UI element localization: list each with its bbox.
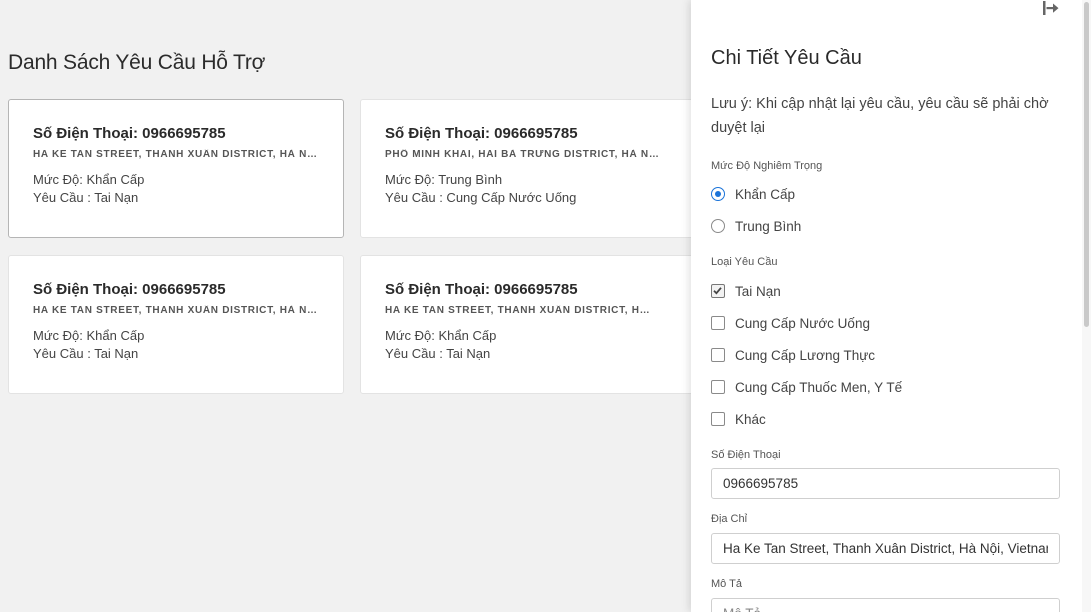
address-field-label: Địa Chỉ bbox=[711, 513, 748, 525]
request-type-water[interactable]: Cung Cấp Nước Uống bbox=[711, 313, 870, 333]
card-address: HA KE TAN STREET, THANH XUÂN DISTRICT, H… bbox=[385, 305, 657, 316]
checkbox-checked-icon[interactable] bbox=[711, 284, 725, 298]
description-input[interactable] bbox=[711, 598, 1060, 612]
request-card[interactable]: Số Điện Thoại: 0966695785 PHỐ MINH KHAI,… bbox=[360, 99, 700, 238]
card-request-type: Yêu Cầu : Tai Nạn bbox=[385, 346, 491, 361]
checkbox-icon[interactable] bbox=[711, 380, 725, 394]
request-card[interactable]: Số Điện Thoại: 0966695785 HA KE TAN STRE… bbox=[8, 99, 344, 238]
panel-title: Chi Tiết Yêu Cầu bbox=[711, 47, 862, 69]
request-type-other[interactable]: Khác bbox=[711, 409, 766, 429]
request-type-accident[interactable]: Tai Nạn bbox=[711, 281, 781, 301]
request-type-option-label: Cung Cấp Lương Thực bbox=[735, 347, 876, 363]
exit-icon[interactable] bbox=[1041, 0, 1061, 16]
checkbox-icon[interactable] bbox=[711, 348, 725, 362]
card-phone: Số Điện Thoại: 0966695785 bbox=[385, 125, 578, 142]
card-address: HA KE TAN STREET, THANH XUÂN DISTRICT, H… bbox=[33, 149, 319, 160]
card-request-type: Yêu Cầu : Tai Nạn bbox=[33, 190, 139, 205]
request-type-option-label: Tai Nạn bbox=[735, 283, 781, 299]
card-phone: Số Điện Thoại: 0966695785 bbox=[385, 281, 578, 298]
request-type-option-label: Khác bbox=[735, 411, 766, 427]
card-severity: Mức Độ: Khẩn Cấp bbox=[33, 172, 145, 187]
description-field-label: Mô Tả bbox=[711, 578, 742, 590]
request-type-food[interactable]: Cung Cấp Lương Thực bbox=[711, 345, 875, 365]
card-phone: Số Điện Thoại: 0966695785 bbox=[33, 125, 226, 142]
card-request-type: Yêu Cầu : Cung Cấp Nước Uống bbox=[385, 190, 577, 205]
request-type-medicine[interactable]: Cung Cấp Thuốc Men, Y Tế bbox=[711, 377, 902, 397]
card-request-type: Yêu Cầu : Tai Nạn bbox=[33, 346, 139, 361]
request-list-area: Danh Sách Yêu Cầu Hỗ Trợ Số Điện Thoại: … bbox=[0, 0, 700, 612]
card-severity: Mức Độ: Khẩn Cấp bbox=[385, 328, 497, 343]
phone-input[interactable] bbox=[711, 468, 1060, 499]
severity-option-medium[interactable]: Trung Bình bbox=[711, 216, 801, 236]
request-type-option-label: Cung Cấp Thuốc Men, Y Tế bbox=[735, 379, 903, 395]
request-card[interactable]: Số Điện Thoại: 0966695785 HA KE TAN STRE… bbox=[8, 255, 344, 394]
checkbox-icon[interactable] bbox=[711, 316, 725, 330]
card-severity: Mức Độ: Trung Bình bbox=[385, 172, 503, 187]
card-severity: Mức Độ: Khẩn Cấp bbox=[33, 328, 145, 343]
card-phone: Số Điện Thoại: 0966695785 bbox=[33, 281, 226, 298]
scrollbar-thumb[interactable] bbox=[1084, 2, 1089, 327]
page-title: Danh Sách Yêu Cầu Hỗ Trợ bbox=[8, 51, 266, 74]
severity-label: Mức Độ Nghiêm Trọng bbox=[711, 160, 823, 172]
severity-option-label: Khẩn Cấp bbox=[735, 186, 796, 202]
request-type-label: Loại Yêu Cầu bbox=[711, 256, 778, 268]
request-detail-panel: Chi Tiết Yêu Cầu Lưu ý: Khi cập nhật lại… bbox=[691, 0, 1082, 612]
radio-selected-icon[interactable] bbox=[711, 187, 725, 201]
checkbox-icon[interactable] bbox=[711, 412, 725, 426]
panel-scrollbar[interactable] bbox=[1082, 0, 1091, 612]
request-card[interactable]: Số Điện Thoại: 0966695785 HA KE TAN STRE… bbox=[360, 255, 700, 394]
radio-icon[interactable] bbox=[711, 219, 725, 233]
card-address: HA KE TAN STREET, THANH XUÂN DISTRICT, H… bbox=[33, 305, 319, 316]
address-input[interactable] bbox=[711, 533, 1060, 564]
request-type-option-label: Cung Cấp Nước Uống bbox=[735, 315, 870, 331]
phone-field-label: Số Điện Thoại bbox=[711, 449, 781, 461]
severity-option-label: Trung Bình bbox=[735, 218, 802, 234]
card-address: PHỐ MINH KHAI, HAI BÀ TRƯNG DISTRICT, HÀ… bbox=[385, 149, 665, 160]
severity-option-urgent[interactable]: Khẩn Cấp bbox=[711, 184, 795, 204]
update-note: Lưu ý: Khi cập nhật lại yêu cầu, yêu cầu… bbox=[711, 96, 1049, 136]
